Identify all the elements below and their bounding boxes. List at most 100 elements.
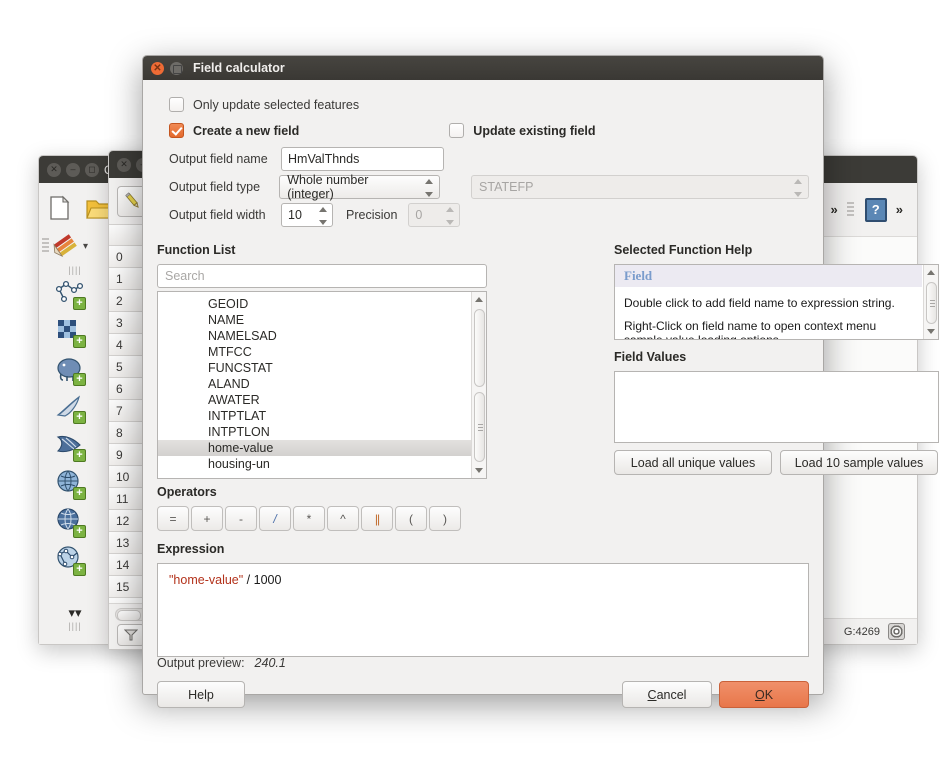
list-item[interactable]: NAMELSAD [158, 328, 486, 344]
operator-button-+[interactable]: + [191, 506, 223, 531]
cancel-mnemonic: C [647, 687, 657, 702]
list-item[interactable]: NAME [158, 312, 486, 328]
list-item[interactable]: MTFCC [158, 344, 486, 360]
combo-spin-arrows-icon [794, 179, 803, 197]
spinner-arrows-icon [446, 207, 455, 225]
cancel-button[interactable]: Cancel [622, 681, 712, 708]
wcs-layer-add-icon[interactable]: + [55, 545, 86, 576]
postgis-layer-add-icon[interactable]: + [55, 355, 86, 386]
maximize-icon[interactable] [170, 61, 183, 75]
help-button[interactable]: Help [157, 681, 245, 708]
operator-button-^[interactable]: ^ [327, 506, 359, 531]
toolbar-grip[interactable] [846, 201, 854, 218]
function-help-paragraph-1: Double click to add field name to expres… [624, 296, 895, 310]
wms-layer-add-icon[interactable]: + [55, 507, 86, 538]
toolbar-row-mssql: + [39, 427, 111, 465]
expression-input[interactable]: "home-value" / 1000 [157, 563, 809, 657]
scroll-up-arrow-icon[interactable] [472, 292, 486, 307]
list-item[interactable]: GEOID [158, 296, 486, 312]
overflow-chevron-left-icon[interactable]: » [831, 202, 838, 217]
search-input[interactable]: Search [157, 264, 487, 288]
operator-button--[interactable]: - [225, 506, 257, 531]
crs-globe-icon[interactable] [888, 623, 905, 640]
field-values-buttons: Load all unique values Load 10 sample va… [614, 450, 939, 475]
field-values-box[interactable] [614, 371, 939, 443]
help-book-icon[interactable]: ? [864, 197, 887, 222]
close-icon[interactable]: ✕ [151, 61, 164, 75]
load-sample-values-button[interactable]: Load 10 sample values [780, 450, 938, 475]
toolbar-row-edit: ▾ [39, 227, 111, 265]
update-existing-field-checkbox[interactable] [449, 123, 465, 138]
search-placeholder: Search [165, 269, 205, 283]
operator-button-/[interactable]: / [259, 506, 291, 531]
operator-button-)[interactable]: ) [429, 506, 461, 531]
scroll-down-arrow-icon[interactable] [924, 324, 938, 339]
create-new-field-checkbox[interactable] [169, 123, 184, 138]
raster-layer-add-icon[interactable]: + [55, 317, 86, 348]
only-update-selected-checkbox[interactable] [169, 97, 184, 112]
output-field-width-spinner[interactable]: 10 [281, 203, 333, 227]
operator-button-*[interactable]: * [293, 506, 325, 531]
left-toolbar: ▾ |||| + + + + + + + + ▾▾ |||| [39, 183, 114, 644]
function-list[interactable]: GEOID NAME NAMELSAD MTFCC FUNCSTAT ALAND AWATE… [157, 291, 487, 479]
scrollbar-thumb-lower[interactable] [474, 392, 485, 462]
operator-button-||[interactable]: || [361, 506, 393, 531]
ok-rest: K [764, 687, 774, 702]
maximize-icon[interactable]: ◻ [85, 162, 99, 177]
function-list-scrollbar[interactable] [471, 292, 486, 478]
ok-button[interactable]: OK [719, 681, 809, 708]
function-list-label: Function List [157, 243, 236, 257]
operator-button-=[interactable]: = [157, 506, 189, 531]
selected-function-help-section: Selected Function Help Field Double clic… [614, 243, 939, 475]
overflow-chevron-right-icon[interactable]: » [896, 202, 903, 217]
scroll-down-arrow-icon[interactable] [472, 463, 486, 478]
existing-field-value: STATEFP [479, 180, 534, 194]
list-item[interactable]: ALAND [158, 376, 486, 392]
pencils-icon[interactable] [51, 231, 81, 261]
spatialite-layer-add-icon[interactable]: + [55, 393, 86, 424]
operators-buttons: = + - / * ^ ||() [157, 506, 462, 531]
load-all-unique-values-button[interactable]: Load all unique values [614, 450, 772, 475]
only-update-selected-row[interactable]: Only update selected features [169, 97, 809, 112]
toolbar-grip[interactable] [42, 238, 49, 254]
output-field-type-row: Output field type Whole number (integer)… [169, 173, 809, 201]
scrollbar-thumb[interactable] [926, 282, 937, 324]
expression-rest: / 1000 [243, 573, 282, 587]
update-existing-field-label: Update existing field [473, 123, 596, 138]
minimize-icon[interactable]: – [66, 162, 80, 177]
list-item[interactable]: FUNCSTAT [158, 360, 486, 376]
function-help-box[interactable]: Field Double click to add field name to … [614, 264, 939, 340]
add-badge-icon: + [73, 297, 86, 310]
list-item[interactable]: housing-un [158, 456, 486, 472]
status-crs-label[interactable]: G:4269 [844, 626, 880, 638]
dialog-buttons: Help Cancel OK [157, 681, 809, 709]
mssql-layer-add-icon[interactable]: + [55, 431, 86, 462]
list-item[interactable]: AWATER [158, 392, 486, 408]
precision-label: Precision [346, 208, 398, 222]
spinner-arrows-icon[interactable] [319, 207, 328, 225]
toolbar-row-file [39, 189, 114, 227]
only-update-selected-label: Only update selected features [193, 97, 360, 112]
close-icon[interactable]: ✕ [117, 157, 131, 172]
list-item[interactable]: home-value [158, 440, 486, 456]
combo-spin-arrows-icon[interactable] [425, 179, 434, 197]
toolbar-expand-icon[interactable]: ▾▾ [39, 605, 111, 621]
function-help-scrollbar[interactable] [923, 265, 938, 339]
filter-icon[interactable] [117, 624, 145, 646]
pencils-dropdown-arrow-icon[interactable]: ▾ [83, 241, 88, 252]
create-new-field-label: Create a new field [193, 123, 300, 138]
output-field-name-input[interactable]: HmValThnds [281, 147, 444, 171]
wfs-layer-add-icon[interactable]: + [55, 469, 86, 500]
scrollbar-thumb[interactable] [474, 309, 485, 387]
list-item[interactable]: INTPTLON [158, 424, 486, 440]
output-field-width-value: 10 [288, 208, 302, 222]
new-file-icon[interactable] [44, 193, 74, 223]
scroll-up-arrow-icon[interactable] [924, 265, 938, 280]
operator-button-([interactable]: ( [395, 506, 427, 531]
close-icon[interactable]: ✕ [47, 162, 61, 177]
add-badge-icon: + [73, 487, 86, 500]
toolbar-separator: |||| [68, 265, 82, 275]
list-item[interactable]: INTPTLAT [158, 408, 486, 424]
vector-layer-add-icon[interactable]: + [55, 279, 86, 310]
output-field-type-combo[interactable]: Whole number (integer) [279, 173, 441, 201]
